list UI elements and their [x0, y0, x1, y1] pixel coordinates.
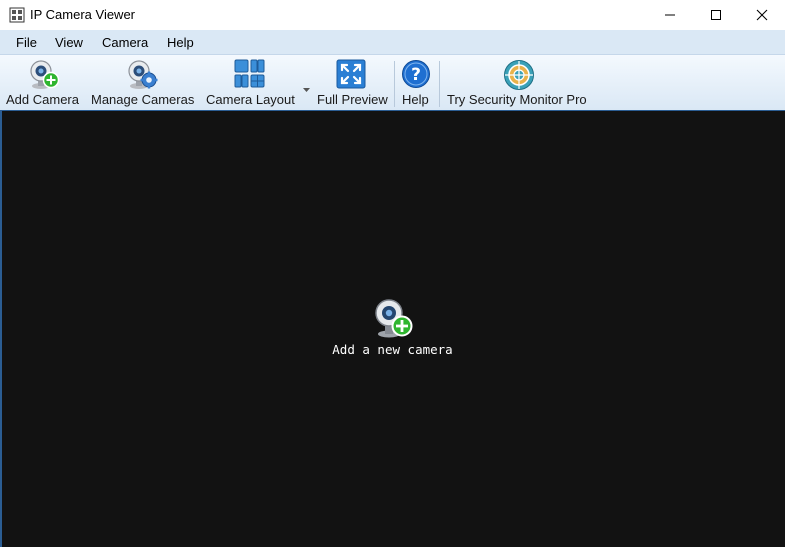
- close-button[interactable]: [739, 0, 785, 30]
- toolbar: Add Camera Manage Cameras Camera Layout …: [0, 54, 785, 110]
- add-new-camera-prompt[interactable]: Add a new camera: [320, 298, 470, 358]
- minimize-button[interactable]: [647, 0, 693, 30]
- help-icon: ?: [401, 59, 431, 92]
- menu-help[interactable]: Help: [167, 35, 194, 50]
- webcam-add-icon: [27, 59, 61, 94]
- camera-view-area: Add a new camera: [0, 110, 785, 547]
- grid-layout-icon: [234, 59, 266, 92]
- help-button[interactable]: ? Help: [396, 55, 436, 111]
- svg-text:?: ?: [411, 65, 421, 85]
- close-icon: [756, 9, 768, 21]
- camera-grid-icon: [9, 7, 25, 23]
- toolbar-separator: [439, 61, 440, 107]
- full-preview-label: Full Preview: [317, 92, 388, 107]
- webcam-gear-icon: [125, 59, 159, 94]
- window-title: IP Camera Viewer: [30, 7, 136, 22]
- title-bar: IP Camera Viewer: [0, 0, 785, 30]
- camera-layout-label: Camera Layout: [206, 92, 295, 107]
- camera-layout-button[interactable]: Camera Layout: [202, 55, 312, 111]
- menu-view[interactable]: View: [55, 35, 83, 50]
- maximize-button[interactable]: [693, 0, 739, 30]
- add-new-camera-label: Add a new camera: [332, 342, 453, 357]
- minimize-icon: [665, 14, 675, 16]
- manage-cameras-label: Manage Cameras: [91, 92, 195, 107]
- menu-file[interactable]: File: [16, 35, 37, 50]
- add-camera-button[interactable]: Add Camera: [0, 55, 84, 111]
- webcam-add-icon: [371, 298, 413, 343]
- try-security-monitor-pro-button[interactable]: Try Security Monitor Pro: [441, 55, 601, 111]
- target-icon: [503, 59, 535, 94]
- manage-cameras-button[interactable]: Manage Cameras: [86, 55, 198, 111]
- toolbar-separator: [394, 61, 395, 107]
- try-security-monitor-pro-label: Try Security Monitor Pro: [447, 92, 587, 107]
- chevron-down-icon[interactable]: [303, 82, 310, 96]
- add-camera-label: Add Camera: [6, 92, 79, 107]
- help-label: Help: [402, 92, 429, 107]
- full-preview-button[interactable]: Full Preview: [312, 55, 392, 111]
- menu-bar: File View Camera Help: [0, 30, 785, 54]
- menu-camera[interactable]: Camera: [102, 35, 148, 50]
- fullscreen-icon: [336, 59, 366, 92]
- maximize-icon: [711, 10, 721, 20]
